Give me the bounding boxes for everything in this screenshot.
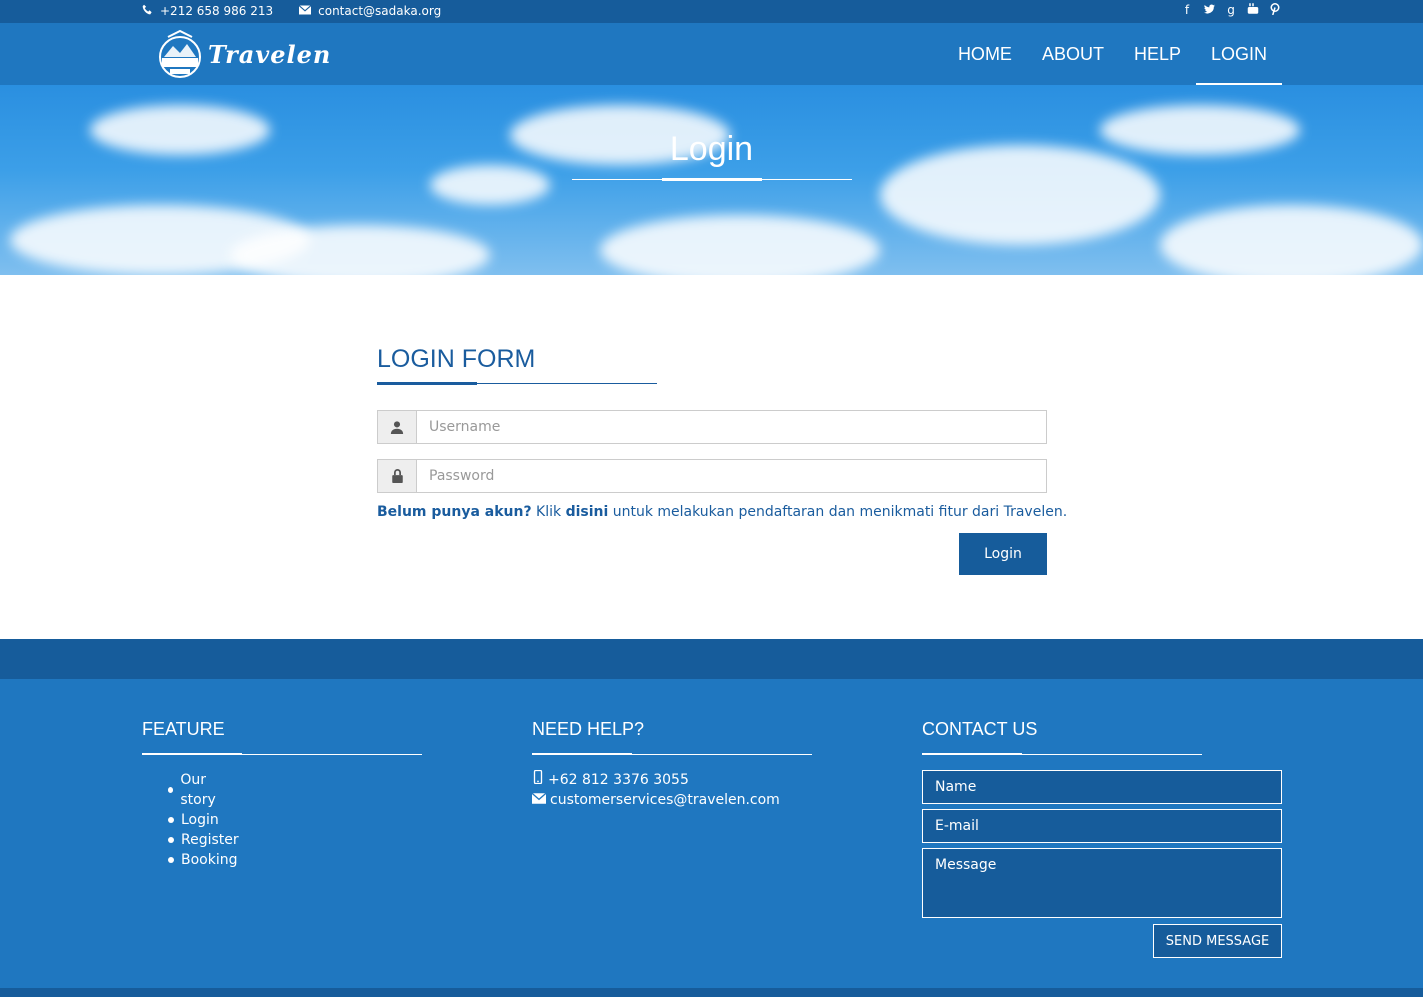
cloud-shape bbox=[430, 165, 550, 205]
main-nav: HOME ABOUT HELP LOGIN bbox=[943, 23, 1282, 85]
register-question: Belum punya akun? bbox=[377, 504, 532, 520]
site-logo[interactable]: Travelen bbox=[156, 29, 331, 79]
register-prompt: Belum punya akun? Klik disini untuk mela… bbox=[377, 504, 1067, 520]
list-item[interactable]: Register bbox=[168, 830, 239, 850]
register-rest: untuk melakukan pendaftaran dan menikmat… bbox=[608, 504, 1068, 520]
top-bar: +212 658 986 213 contact@sadaka.org f g bbox=[0, 0, 1423, 23]
login-form-underline-accent bbox=[377, 382, 477, 385]
help-contact-lines: +62 812 3376 3055 customerservices@trave… bbox=[531, 769, 780, 810]
login-form-title: LOGIN FORM bbox=[377, 345, 536, 373]
list-item[interactable]: Our story bbox=[168, 770, 239, 810]
footer-contact-underline-accent bbox=[922, 753, 1022, 755]
lock-icon bbox=[378, 460, 417, 492]
cloud-shape bbox=[230, 225, 490, 275]
bullet-icon bbox=[168, 787, 174, 793]
send-message-button[interactable]: SEND MESSAGE bbox=[1153, 924, 1282, 958]
footer-help-title: NEED HELP? bbox=[532, 719, 645, 739]
footer-band bbox=[0, 639, 1423, 679]
help-email: customerservices@travelen.com bbox=[531, 790, 780, 810]
help-phone: +62 812 3376 3055 bbox=[532, 769, 780, 790]
help-email-text[interactable]: customerservices@travelen.com bbox=[550, 790, 780, 810]
logo-text: Travelen bbox=[208, 39, 332, 69]
username-input[interactable] bbox=[417, 411, 1046, 443]
nav-about[interactable]: ABOUT bbox=[1027, 23, 1119, 85]
contact-email-input[interactable] bbox=[922, 809, 1282, 843]
phone-icon bbox=[142, 4, 153, 18]
username-group bbox=[377, 410, 1047, 444]
nav-login[interactable]: LOGIN bbox=[1195, 23, 1282, 85]
copyright-bar bbox=[0, 988, 1423, 997]
password-group bbox=[377, 459, 1047, 493]
cloud-shape bbox=[600, 215, 880, 275]
footer-help-underline-accent bbox=[532, 753, 632, 755]
contact-message-input[interactable] bbox=[922, 848, 1282, 918]
envelope-icon bbox=[298, 4, 312, 18]
google-plus-icon[interactable]: g bbox=[1225, 3, 1237, 18]
bullet-icon bbox=[168, 857, 174, 863]
main-header: Travelen HOME ABOUT HELP LOGIN bbox=[0, 23, 1423, 85]
social-links: f g bbox=[1181, 3, 1281, 18]
cloud-shape bbox=[1160, 205, 1423, 275]
top-phone-text: +212 658 986 213 bbox=[160, 4, 274, 18]
feature-link-login[interactable]: Login bbox=[181, 810, 219, 830]
top-phone: +212 658 986 213 bbox=[142, 4, 273, 18]
help-phone-text: +62 812 3376 3055 bbox=[548, 772, 689, 788]
facebook-icon[interactable]: f bbox=[1181, 3, 1193, 18]
register-link[interactable]: disini bbox=[566, 504, 609, 520]
footer-feature-title: FEATURE bbox=[142, 719, 225, 739]
footer-contact-title: CONTACT US bbox=[922, 719, 1038, 739]
list-item[interactable]: Booking bbox=[168, 850, 239, 870]
user-icon bbox=[378, 411, 417, 443]
pinterest-icon[interactable] bbox=[1269, 3, 1281, 18]
bullet-icon bbox=[168, 837, 174, 843]
register-klik: Klik bbox=[531, 504, 566, 520]
bullet-icon bbox=[168, 817, 174, 823]
feature-list: Our story Login Register Booking bbox=[168, 770, 239, 870]
feature-link-booking[interactable]: Booking bbox=[181, 850, 238, 870]
password-input[interactable] bbox=[417, 460, 1046, 492]
mobile-icon bbox=[532, 769, 544, 790]
contact-name-input[interactable] bbox=[922, 770, 1282, 804]
hero-underline-accent bbox=[662, 178, 762, 181]
footer: FEATURE Our story Login Register Booking… bbox=[0, 679, 1423, 988]
feature-link-register[interactable]: Register bbox=[181, 830, 239, 850]
login-button[interactable]: Login bbox=[959, 533, 1047, 575]
top-email[interactable]: contact@sadaka.org bbox=[298, 4, 442, 18]
explore-badge-icon bbox=[156, 29, 204, 79]
twitter-icon[interactable] bbox=[1203, 3, 1215, 18]
envelope-icon bbox=[531, 790, 547, 810]
nav-home[interactable]: HOME bbox=[943, 23, 1027, 85]
hero-title: Login bbox=[669, 130, 754, 168]
list-item[interactable]: Login bbox=[168, 810, 239, 830]
youtube-icon[interactable] bbox=[1247, 3, 1259, 18]
top-contact: +212 658 986 213 contact@sadaka.org bbox=[142, 4, 441, 18]
footer-feature-underline-accent bbox=[142, 753, 242, 755]
nav-help[interactable]: HELP bbox=[1119, 23, 1196, 85]
top-email-text: contact@sadaka.org bbox=[318, 4, 442, 18]
feature-link-our-story[interactable]: Our story bbox=[180, 770, 238, 810]
